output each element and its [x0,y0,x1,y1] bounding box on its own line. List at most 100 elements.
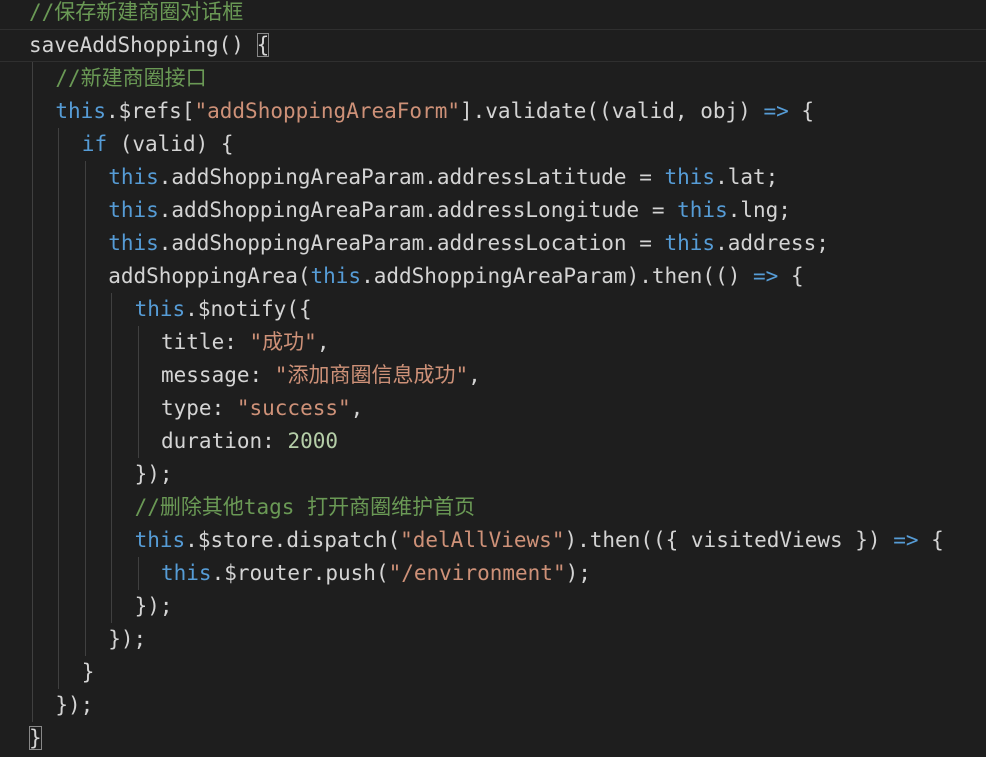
code-line[interactable]: this.addShoppingAreaParam.addressLongitu… [0,194,986,227]
token-plain: { [788,99,815,123]
indent-guide [84,293,86,326]
indent-guide [32,590,33,623]
indent-guide [32,293,33,326]
code-text: //删除其他tags 打开商圈维护首页 [135,491,476,524]
code-line[interactable]: }); [0,689,986,722]
token-string: "/environment" [388,561,566,585]
token-plain: ); [565,561,591,585]
token-keyword: this [134,297,186,321]
code-line[interactable]: //新建商圈接口 [0,62,986,95]
code-line[interactable]: }); [0,623,986,656]
indent-guide [84,326,86,359]
indent-guide [58,557,60,590]
token-keyword: => [893,528,919,552]
code-line[interactable]: //删除其他tags 打开商圈维护首页 [0,491,986,524]
indent-guide [58,458,60,491]
token-plain: .addShoppingAreaParam.addressLocation = [158,231,665,255]
code-line[interactable]: saveAddShopping() { [0,29,986,62]
indent-guide [111,425,113,458]
code-text: type: "success", [161,392,363,425]
code-line[interactable]: this.addShoppingAreaParam.addressLocatio… [0,227,986,260]
token-keyword: this [310,264,362,288]
token-plain: addShoppingArea( [108,264,311,288]
token-plain: , [468,363,481,387]
code-line[interactable]: } [0,656,986,689]
code-line[interactable]: this.$notify({ [0,293,986,326]
code-text: this.$notify({ [135,293,312,326]
indent-guide [58,524,60,557]
indent-guide [32,458,33,491]
code-text: }); [108,623,146,656]
indent-guide [58,623,60,656]
token-plain: { [918,528,944,552]
token-keyword: => [753,264,779,288]
token-plain: duration: [161,429,288,453]
indent-guide [84,227,86,260]
code-line[interactable]: duration: 2000 [0,425,986,458]
token-keyword: this [677,198,728,222]
indent-guide [137,557,139,590]
indent-guide [111,524,113,557]
code-line[interactable]: }); [0,458,986,491]
token-plain: }); [108,627,147,651]
code-line[interactable]: }); [0,590,986,623]
code-line[interactable]: this.$refs["addShoppingAreaForm"].valida… [0,95,986,128]
indent-guide [58,128,60,161]
indent-guide [58,293,60,326]
code-text: this.$store.dispatch("delAllViews").then… [135,524,944,557]
code-line[interactable]: //保存新建商圈对话框 [0,0,986,29]
token-keyword: this [161,561,212,585]
code-line[interactable]: } [0,722,986,755]
indent-guide [32,425,33,458]
indent-guide [32,656,33,689]
code-line[interactable]: addShoppingArea(this.addShoppingAreaPara… [0,260,986,293]
code-line[interactable]: title: "成功", [0,326,986,359]
indent-guide [58,227,60,260]
indent-guide [84,425,86,458]
indent-guide [84,623,86,656]
indent-guide [32,689,33,722]
indent-guide [84,359,86,392]
token-plain: { [778,264,804,288]
code-line[interactable]: message: "添加商圈信息成功", [0,359,986,392]
token-plain: , [350,396,364,420]
code-text: this.addShoppingAreaParam.addressLongitu… [108,194,791,227]
token-keyword: this [664,165,716,189]
token-plain: .$router.push( [211,561,389,585]
indent-guide [84,557,86,590]
code-text: this.addShoppingAreaParam.addressLocatio… [108,227,829,260]
indent-guide [58,656,60,689]
indent-guide [111,590,113,623]
token-plain: title: [161,330,250,354]
indent-guide [32,359,33,392]
indent-guide [32,128,33,161]
token-plain: .lng; [727,198,791,222]
indent-guide [84,458,86,491]
indent-guide [32,260,33,293]
code-text: } [29,722,42,755]
indent-guide [32,491,33,524]
indent-guide [84,260,86,293]
code-text: } [82,656,95,689]
code-line[interactable]: this.$store.dispatch("delAllViews").then… [0,524,986,557]
code-line[interactable]: this.$router.push("/environment"); [0,557,986,590]
indent-guide [137,392,139,425]
indent-guide [58,590,60,623]
code-line[interactable]: this.addShoppingAreaParam.addressLatitud… [0,161,986,194]
token-plain: saveAddShopping() [29,33,257,57]
token-plain: }); [55,693,94,717]
code-line[interactable]: if (valid) { [0,128,986,161]
token-plain: .lat; [715,165,779,189]
indent-guide [32,392,33,425]
code-editor[interactable]: //保存新建商圈对话框 saveAddShopping() {//新建商圈接口 th… [0,0,986,757]
indent-guide [58,194,60,227]
indent-guide [58,392,60,425]
indent-guide [32,524,33,557]
matching-brace: } [29,726,42,750]
indent-guide [111,293,113,326]
token-plain: .addShoppingAreaParam).then(() [361,264,753,288]
token-keyword: this [664,231,716,255]
code-text: }); [135,458,173,491]
code-line[interactable]: type: "success", [0,392,986,425]
token-comment: //保存新建商圈对话框 [29,0,244,24]
